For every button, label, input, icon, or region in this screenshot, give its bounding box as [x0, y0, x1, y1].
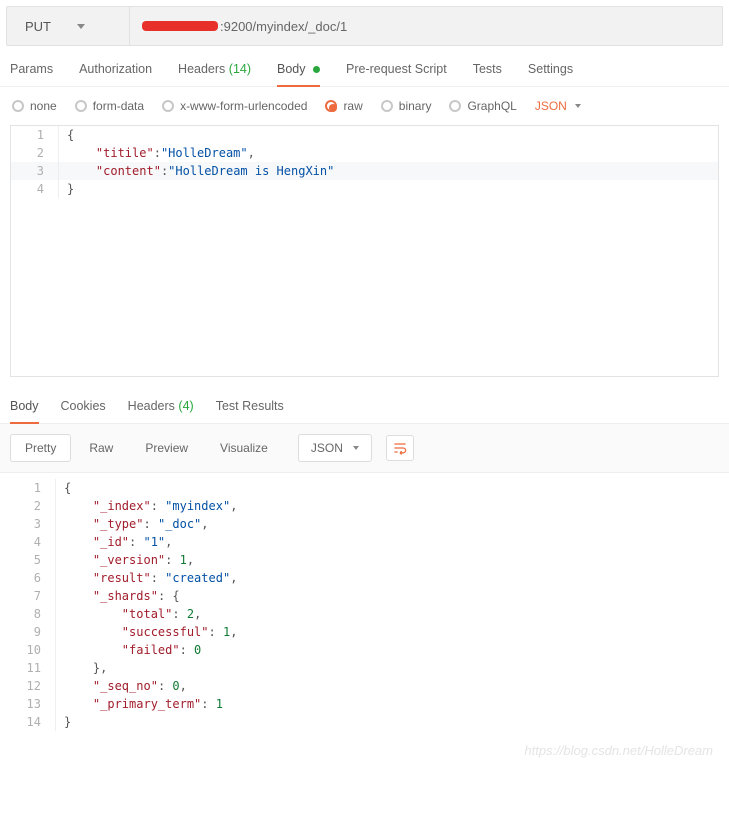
radio-raw[interactable]: raw: [325, 99, 362, 113]
chevron-down-icon: [575, 104, 581, 108]
gutter: 4: [10, 533, 56, 551]
response-toolbar: Pretty Raw Preview Visualize JSON: [0, 424, 729, 473]
code-line: "content":"HolleDream is HengXin": [59, 162, 334, 180]
view-pretty-button[interactable]: Pretty: [10, 434, 71, 462]
code-line: "_primary_term": 1: [56, 695, 223, 713]
res-tab-cookies[interactable]: Cookies: [61, 399, 106, 423]
method-select[interactable]: PUT: [7, 7, 130, 45]
tab-headers-count: (14): [229, 62, 251, 76]
wrap-lines-button[interactable]: [386, 435, 414, 461]
gutter: 13: [10, 695, 56, 713]
radio-label: binary: [399, 99, 432, 113]
gutter: 3: [11, 162, 59, 180]
gutter: 11: [10, 659, 56, 677]
res-tab-headers-label: Headers: [128, 399, 175, 413]
tab-params[interactable]: Params: [10, 62, 53, 86]
tab-authorization[interactable]: Authorization: [79, 62, 152, 86]
code-line: "result": "created",: [56, 569, 237, 587]
code-line: "_seq_no": 0,: [56, 677, 187, 695]
radio-binary[interactable]: binary: [381, 99, 432, 113]
res-tab-headers-count: (4): [178, 399, 193, 413]
radio-label: none: [30, 99, 57, 113]
tab-settings[interactable]: Settings: [528, 62, 573, 86]
gutter: 2: [10, 497, 56, 515]
tab-body[interactable]: Body: [277, 62, 320, 86]
method-value: PUT: [25, 19, 51, 34]
code-line: "titile":"HolleDream",: [59, 144, 255, 162]
gutter: 1: [11, 126, 59, 144]
tab-body-label: Body: [277, 62, 306, 76]
radio-icon: [12, 100, 24, 112]
radio-label: GraphQL: [467, 99, 516, 113]
gutter: 7: [10, 587, 56, 605]
code-line: }: [59, 180, 74, 198]
tab-headers[interactable]: Headers (14): [178, 62, 251, 86]
code-line: "total": 2,: [56, 605, 201, 623]
gutter: 6: [10, 569, 56, 587]
chevron-down-icon: [353, 446, 359, 450]
radio-label: raw: [343, 99, 362, 113]
gutter: 1: [10, 479, 56, 497]
gutter: 9: [10, 623, 56, 641]
code-line: "successful": 1,: [56, 623, 237, 641]
gutter: 4: [11, 180, 59, 198]
radio-label: form-data: [93, 99, 144, 113]
code-line: "_type": "_doc",: [56, 515, 209, 533]
tab-prerequest[interactable]: Pre-request Script: [346, 62, 447, 86]
watermark: https://blog.csdn.net/HolleDream: [0, 739, 729, 768]
dot-indicator-icon: [313, 66, 320, 73]
body-format-select[interactable]: JSON: [535, 99, 581, 113]
code-line: "_shards": {: [56, 587, 180, 605]
gutter: 14: [10, 713, 56, 731]
radio-icon: [162, 100, 174, 112]
code-line: "failed": 0: [56, 641, 201, 659]
url-bar: PUT :9200/myindex/_doc/1: [6, 6, 723, 46]
url-input[interactable]: :9200/myindex/_doc/1: [130, 19, 722, 34]
wrap-icon: [392, 440, 408, 456]
gutter: 2: [11, 144, 59, 162]
redacted-host: [142, 21, 218, 31]
gutter: 12: [10, 677, 56, 695]
radio-form-data[interactable]: form-data: [75, 99, 144, 113]
body-format-label: JSON: [535, 99, 567, 113]
chevron-down-icon: [77, 24, 85, 29]
radio-icon: [75, 100, 87, 112]
radio-icon: [325, 100, 337, 112]
radio-none[interactable]: none: [12, 99, 57, 113]
tab-tests[interactable]: Tests: [473, 62, 502, 86]
view-preview-button[interactable]: Preview: [131, 435, 202, 461]
request-tabs: Params Authorization Headers (14) Body P…: [0, 46, 729, 87]
gutter: 10: [10, 641, 56, 659]
response-tabs: Body Cookies Headers (4) Test Results: [0, 387, 729, 424]
code-line: "_version": 1,: [56, 551, 194, 569]
radio-graphql[interactable]: GraphQL: [449, 99, 516, 113]
radio-label: x-www-form-urlencoded: [180, 99, 307, 113]
response-type-label: JSON: [311, 441, 343, 455]
gutter: 8: [10, 605, 56, 623]
url-suffix: :9200/myindex/_doc/1: [220, 19, 347, 34]
response-body-editor[interactable]: 1{ 2 "_index": "myindex", 3 "_type": "_d…: [10, 479, 719, 731]
code-line: {: [59, 126, 74, 144]
view-visualize-button[interactable]: Visualize: [206, 435, 282, 461]
view-raw-button[interactable]: Raw: [75, 435, 127, 461]
request-body-editor[interactable]: 1 { 2 "titile":"HolleDream", 3 "content"…: [10, 125, 719, 377]
response-type-select[interactable]: JSON: [298, 434, 372, 462]
gutter: 5: [10, 551, 56, 569]
code-line: "_id": "1",: [56, 533, 172, 551]
res-tab-test-results[interactable]: Test Results: [216, 399, 284, 423]
radio-urlencoded[interactable]: x-www-form-urlencoded: [162, 99, 307, 113]
gutter: 3: [10, 515, 56, 533]
radio-icon: [449, 100, 461, 112]
code-line: }: [56, 713, 71, 731]
code-line: {: [56, 479, 71, 497]
res-tab-headers[interactable]: Headers (4): [128, 399, 194, 423]
tab-headers-label: Headers: [178, 62, 225, 76]
code-line: },: [56, 659, 107, 677]
code-line: "_index": "myindex",: [56, 497, 237, 515]
res-tab-body[interactable]: Body: [10, 399, 39, 423]
body-type-row: none form-data x-www-form-urlencoded raw…: [0, 87, 729, 125]
radio-icon: [381, 100, 393, 112]
